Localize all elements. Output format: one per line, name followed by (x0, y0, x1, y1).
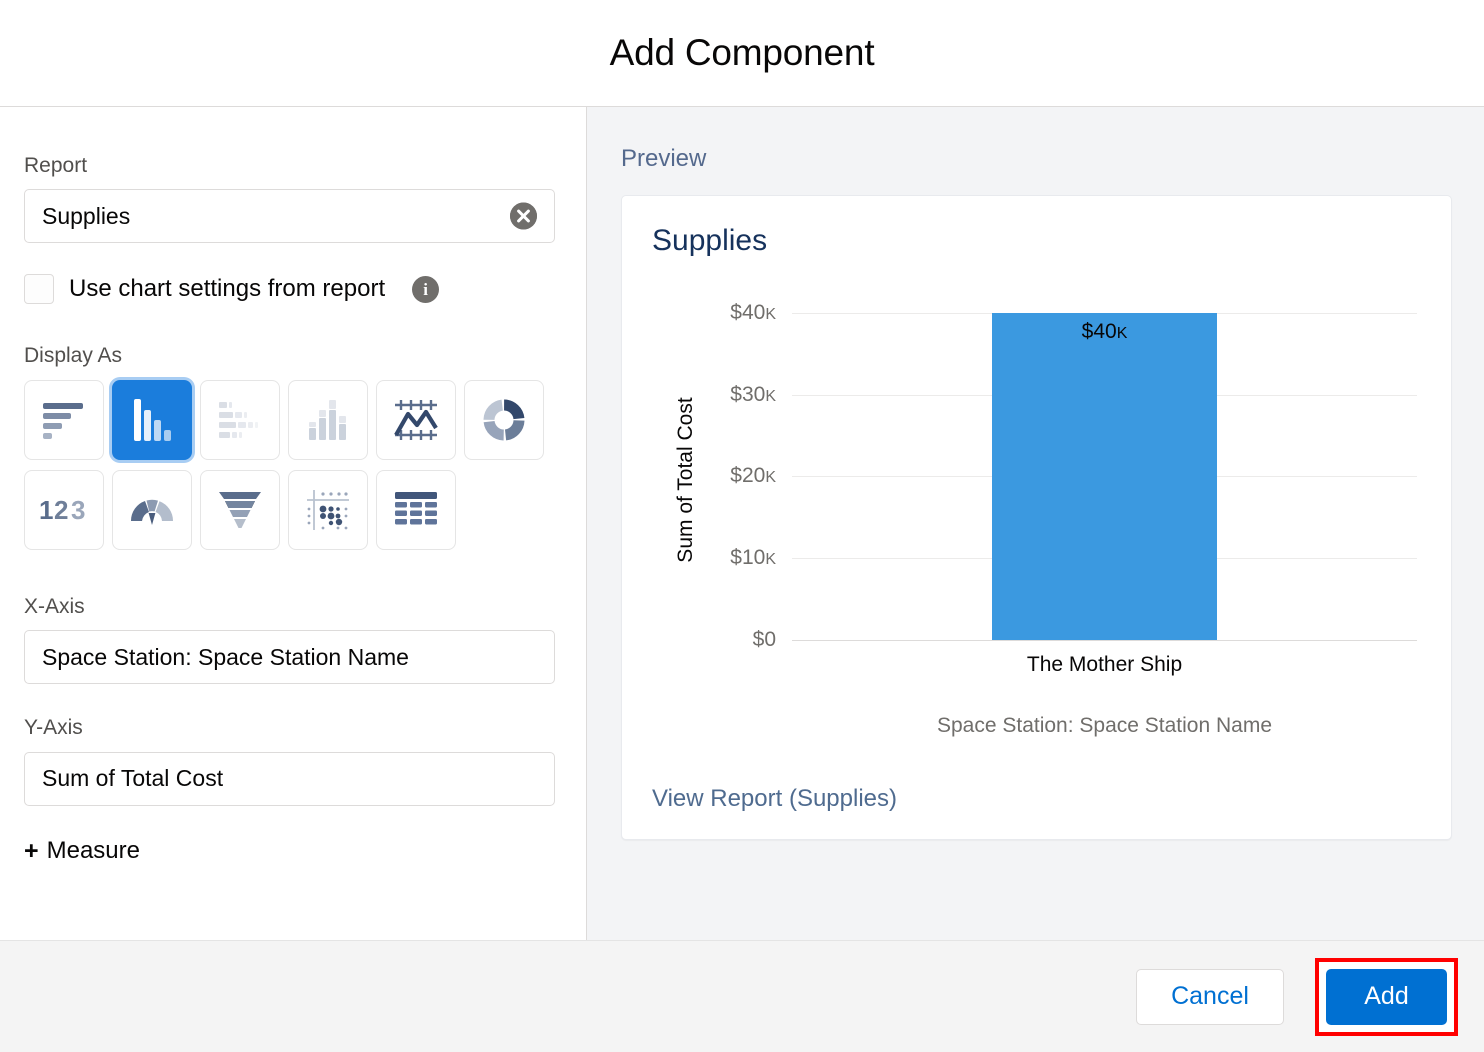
y-axis-input[interactable] (24, 751, 555, 806)
display-as-label: Display As (24, 344, 123, 368)
preview-chart: Sum of Total Cost $0 $10K $20K $30K $40K $40K… (652, 280, 1421, 737)
preview-chart-title: Supplies (652, 224, 768, 257)
component-config-pane: Report Use chart settings from report i … (0, 107, 587, 940)
gauge-chart-icon (129, 493, 175, 527)
chart-plot-area: $0 $10K $20K $30K $40K $40K The Mother Ship (730, 280, 1417, 676)
chart-bar[interactable] (992, 312, 1217, 640)
add-button-highlight: Add (1315, 957, 1458, 1036)
chart-type-gauge[interactable] (112, 470, 192, 551)
chart-type-table[interactable] (376, 470, 456, 551)
line-chart-icon (393, 398, 439, 442)
add-component-dialog: Add Component Report Use chart settings … (0, 0, 1484, 1052)
svg-text:1: 1 (39, 495, 53, 525)
table-icon (394, 491, 438, 529)
stacked-horizontal-bar-chart-icon (217, 400, 263, 440)
metric-123-icon: 1 2 3 (39, 495, 89, 525)
info-icon[interactable]: i (412, 275, 440, 303)
chart-type-horizontal-bar-chart[interactable] (24, 380, 104, 461)
scatter-chart-icon (305, 488, 351, 532)
chart-y-tick-label: $40K (730, 300, 776, 324)
preview-panel-label: Preview (621, 145, 707, 172)
chart-y-tick-label: $0 (752, 628, 776, 651)
display-as-icon-grid: 1 2 3 (24, 380, 552, 560)
x-axis-field-wrapper (24, 630, 555, 685)
chart-type-stacked-horizontal-bar-chart[interactable] (200, 380, 280, 461)
chart-y-tick-label: $10K (730, 546, 776, 570)
report-input[interactable] (24, 189, 555, 244)
cancel-button[interactable]: Cancel (1136, 968, 1284, 1025)
dialog-body: Report Use chart settings from report i … (0, 107, 1484, 940)
use-chart-settings-checkbox[interactable] (24, 274, 54, 305)
chart-bar-value-label: $40K (1081, 319, 1128, 343)
chart-type-scatter-chart[interactable] (288, 470, 368, 551)
svg-text:2: 2 (54, 495, 68, 525)
dialog-header: Add Component (0, 0, 1484, 107)
chart-x-axis-title: Space Station: Space Station Name (936, 714, 1273, 737)
add-button[interactable]: Add (1326, 968, 1447, 1025)
dialog-footer: Cancel Add (0, 940, 1484, 1052)
chart-x-category-label: The Mother Ship (1026, 653, 1183, 676)
svg-text:3: 3 (71, 495, 85, 525)
plus-icon: + (24, 836, 39, 865)
chart-type-stacked-vertical-bar-chart[interactable] (288, 380, 368, 461)
report-field-label: Report (24, 154, 88, 177)
chart-y-axis-title: Sum of Total Cost (674, 397, 697, 563)
chart-y-tick-label: $20K (730, 464, 776, 488)
use-chart-settings-row: Use chart settings from report i (24, 274, 554, 305)
horizontal-bar-chart-icon (41, 400, 87, 440)
funnel-chart-icon (218, 491, 262, 529)
use-chart-settings-label: Use chart settings from report (69, 275, 386, 303)
view-report-link[interactable]: View Report (Supplies) (652, 785, 897, 813)
report-field-wrapper (24, 189, 555, 244)
y-axis-field-wrapper (24, 751, 555, 806)
chart-type-donut-chart[interactable] (464, 380, 544, 461)
page-title: Add Component (609, 32, 875, 73)
clear-circle-x-icon[interactable] (510, 202, 537, 230)
chart-type-line-chart[interactable] (376, 380, 456, 461)
add-measure-label: Measure (46, 837, 140, 865)
chart-type-funnel-chart[interactable] (200, 470, 280, 551)
preview-card: Supplies Sum of Total Cost $0 $10K $20K $30… (621, 195, 1452, 840)
stacked-vertical-bar-chart-icon (307, 398, 349, 442)
x-axis-field-label: X-Axis (24, 595, 85, 619)
y-axis-field-label: Y-Axis (24, 716, 83, 740)
x-axis-input[interactable] (24, 630, 555, 685)
donut-chart-icon (482, 398, 526, 442)
chart-gridline (792, 640, 1417, 641)
preview-pane: Preview Supplies Sum of Total Cost $0 $10… (587, 107, 1484, 940)
chart-y-tick-label: $30K (730, 382, 776, 406)
add-measure-button[interactable]: + Measure (24, 837, 554, 866)
chart-type-vertical-bar-chart[interactable] (112, 380, 192, 461)
chart-type-metric[interactable]: 1 2 3 (24, 470, 104, 551)
vertical-bar-chart-icon (132, 398, 172, 442)
